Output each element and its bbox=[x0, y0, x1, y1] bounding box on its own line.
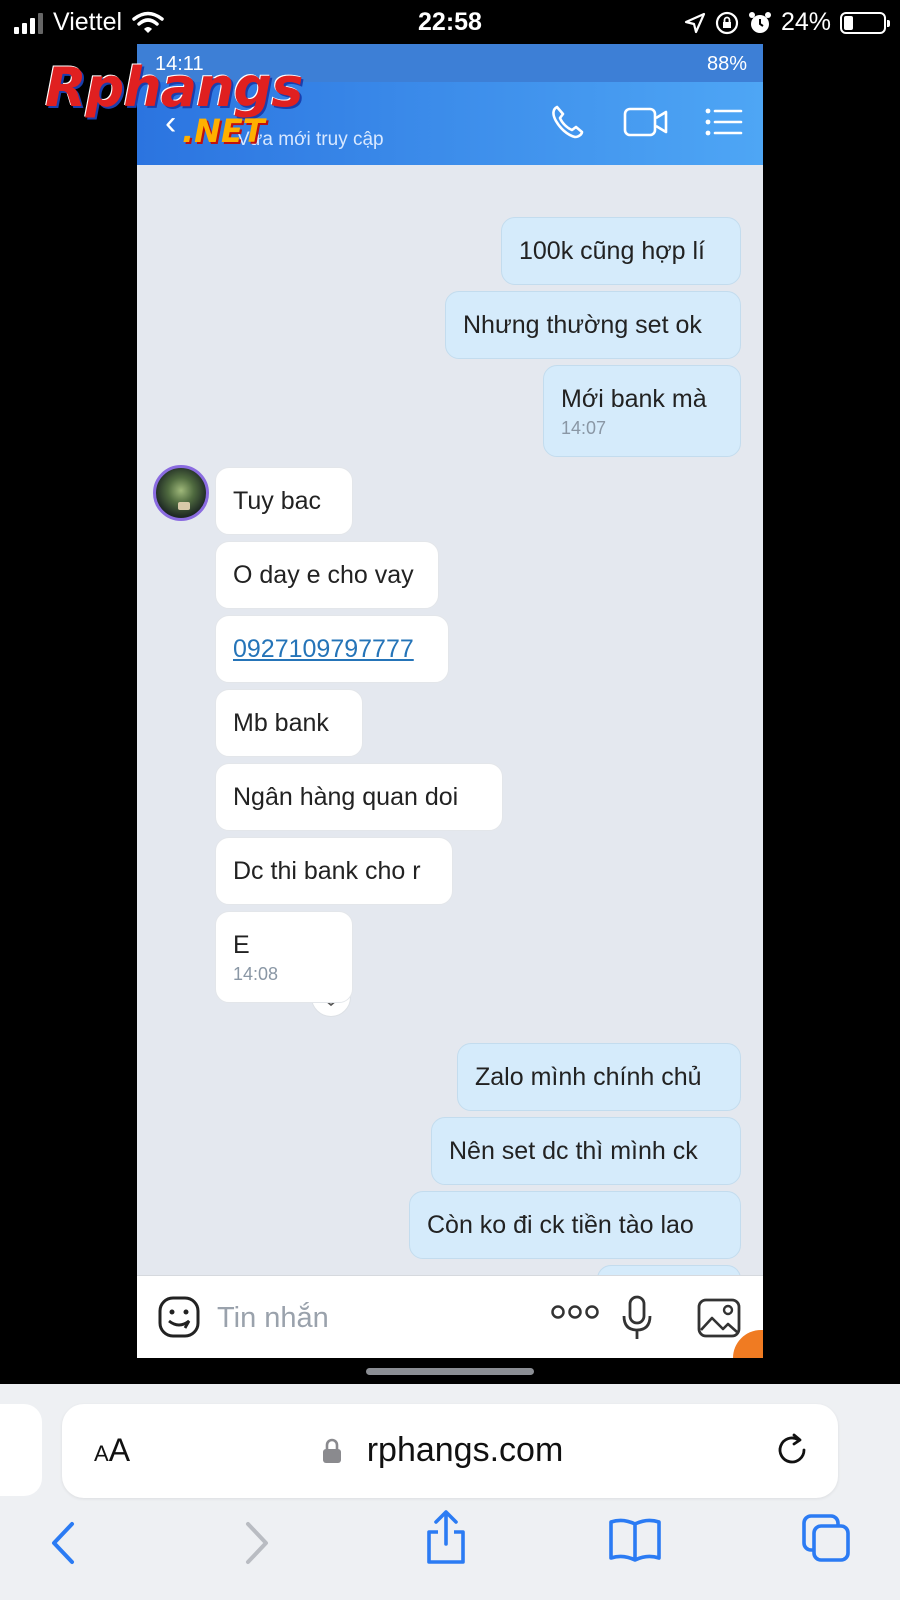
message-text: Mb bank bbox=[233, 709, 329, 737]
message-text: O day e cho vay bbox=[233, 561, 414, 589]
image-gallery-icon[interactable] bbox=[697, 1298, 741, 1338]
message-text: Tuy bac bbox=[233, 487, 322, 515]
reload-icon[interactable] bbox=[774, 1432, 810, 1468]
phone-icon[interactable] bbox=[547, 102, 587, 142]
message-text: Nên set dc thì mình ck bbox=[449, 1137, 698, 1165]
watermark-logo: Rphangs .NET bbox=[45, 56, 365, 166]
message-text: Nhưng thường set ok bbox=[463, 311, 702, 339]
more-options-icon[interactable] bbox=[550, 1304, 600, 1320]
sent-message[interactable]: 100k cũng hợp lí bbox=[501, 217, 741, 285]
message-composer: Tin nhắn bbox=[137, 1275, 763, 1358]
sent-message[interactable]: Nhưng thường set ok bbox=[445, 291, 741, 359]
received-message[interactable]: Dc thi bank cho r bbox=[215, 837, 453, 905]
sent-message[interactable]: Sr hồ ha bbox=[597, 1265, 741, 1275]
received-message[interactable]: Tuy bac bbox=[215, 467, 353, 535]
alarm-icon bbox=[748, 11, 771, 33]
received-message[interactable]: Mb bank bbox=[215, 689, 363, 757]
message-timestamp: 14:08 bbox=[233, 964, 279, 984]
microphone-icon[interactable] bbox=[621, 1295, 653, 1341]
location-arrow-icon bbox=[684, 12, 706, 33]
forward-icon[interactable] bbox=[242, 1520, 272, 1566]
battery-icon bbox=[840, 11, 890, 34]
message-text: Mới bank mà bbox=[561, 385, 707, 413]
phone-number-link[interactable]: 0927109797777 bbox=[215, 615, 449, 683]
watermark-text: Rphangs bbox=[45, 56, 303, 119]
rotation-lock-icon bbox=[715, 11, 739, 34]
sent-message[interactable]: Nên set dc thì mình ck bbox=[431, 1117, 741, 1185]
sent-message[interactable]: Còn ko đi ck tiền tào lao bbox=[409, 1191, 741, 1259]
home-indicator bbox=[366, 1368, 534, 1375]
message-text: Zalo mình chính chủ bbox=[475, 1063, 702, 1091]
battery-percent: 24% bbox=[780, 8, 831, 36]
header-actions bbox=[547, 102, 743, 142]
bookmarks-icon[interactable] bbox=[608, 1516, 662, 1562]
status-right: 24% bbox=[684, 8, 890, 37]
ios-status-bar: Viettel 22:58 24% bbox=[0, 0, 900, 44]
menu-list-icon[interactable] bbox=[705, 106, 743, 138]
message-text: E bbox=[233, 931, 250, 959]
message-text: Ngân hàng quan doi bbox=[233, 783, 459, 811]
contact-avatar[interactable] bbox=[153, 465, 209, 521]
safari-bottom-bar: AA rphangs.com bbox=[0, 1384, 900, 1600]
battery-level bbox=[844, 15, 854, 30]
received-message[interactable]: E 14:08 bbox=[215, 911, 353, 1003]
embedded-battery: 88% bbox=[706, 53, 747, 75]
watermark-domain: .NET bbox=[182, 112, 265, 150]
safari-toolbar bbox=[0, 1510, 900, 1580]
previous-tab-card[interactable] bbox=[0, 1404, 42, 1496]
share-icon[interactable] bbox=[424, 1508, 468, 1566]
video-call-icon[interactable] bbox=[623, 104, 669, 140]
sent-message[interactable]: Mới bank mà 14:07 bbox=[543, 365, 741, 457]
sent-message[interactable]: Zalo mình chính chủ bbox=[457, 1043, 741, 1111]
bonsai-pot bbox=[178, 502, 190, 510]
address-bar[interactable]: AA rphangs.com bbox=[62, 1404, 838, 1498]
message-text: 0927109797777 bbox=[233, 635, 414, 663]
message-text: Còn ko đi ck tiền tào lao bbox=[427, 1211, 694, 1239]
message-text: Dc thi bank cho r bbox=[233, 857, 421, 885]
message-timestamp: 14:07 bbox=[561, 418, 607, 438]
message-list[interactable]: 100k cũng hợp lí Nhưng thường set ok Mới b… bbox=[137, 165, 763, 1275]
message-text: 100k cũng hợp lí bbox=[519, 237, 705, 265]
received-message[interactable]: Ngân hàng quan doi bbox=[215, 763, 503, 831]
url-text[interactable]: rphangs.com bbox=[62, 1431, 838, 1470]
zalo-screenshot: 14:11 88% ‹ Vừa mới truy cập 100k cũng h… bbox=[137, 44, 763, 1358]
message-input[interactable]: Tin nhắn bbox=[217, 1302, 329, 1335]
back-icon[interactable] bbox=[48, 1520, 78, 1566]
tabs-icon[interactable] bbox=[800, 1512, 852, 1564]
sticker-emoji-icon[interactable] bbox=[157, 1295, 201, 1339]
received-message[interactable]: O day e cho vay bbox=[215, 541, 439, 609]
